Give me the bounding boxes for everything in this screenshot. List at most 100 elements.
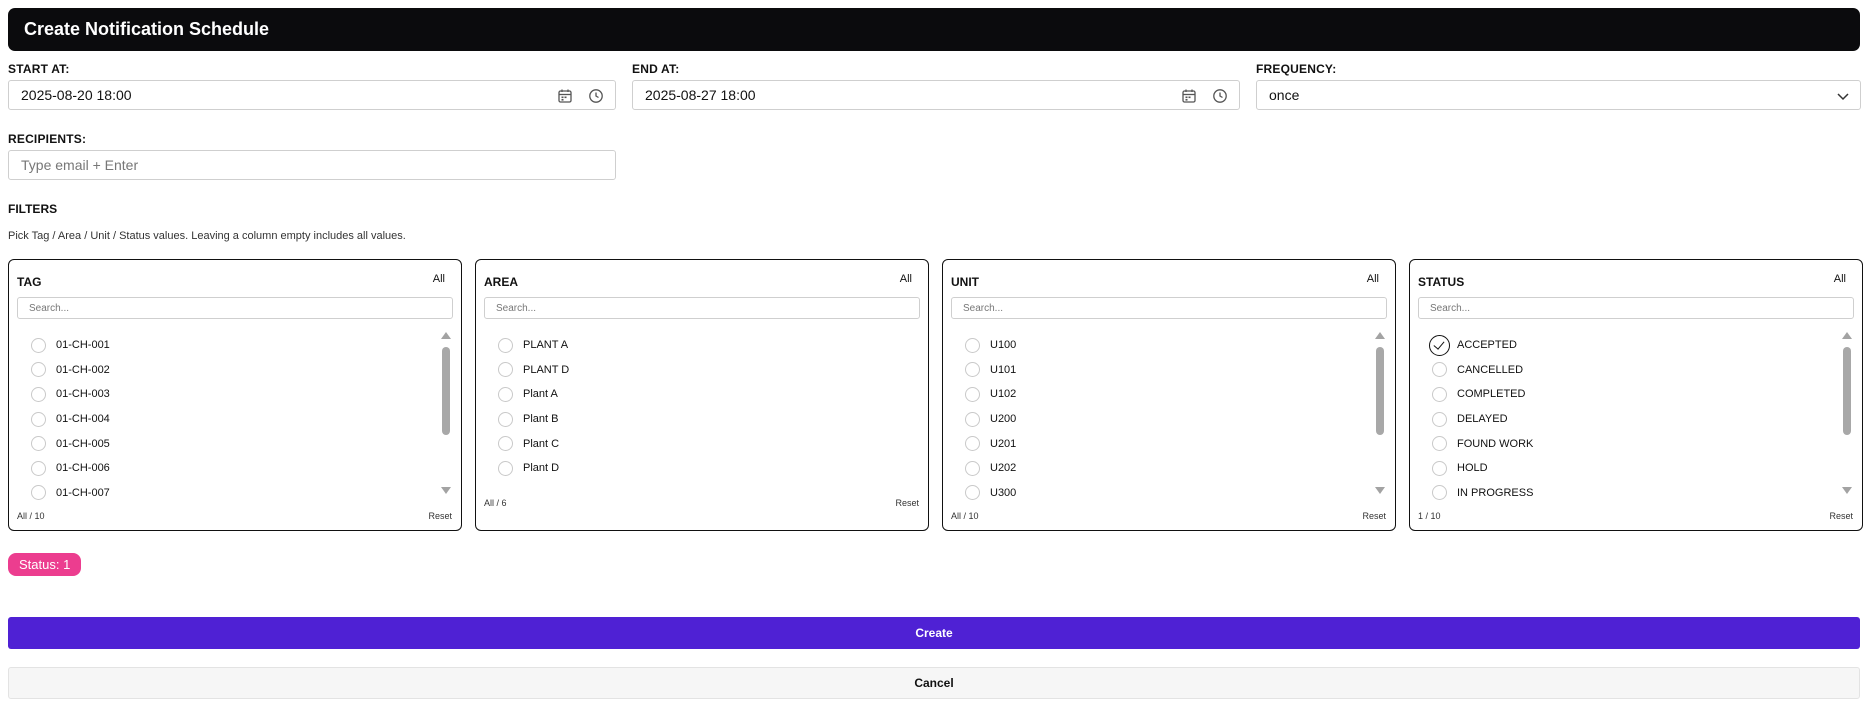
status-option-label: COMPLETED — [1457, 388, 1526, 401]
radio-icon[interactable] — [965, 362, 980, 378]
radio-icon[interactable] — [1432, 460, 1447, 476]
radio-icon[interactable] — [31, 485, 46, 501]
tag-reset-button[interactable]: Reset — [428, 511, 452, 521]
radio-icon[interactable] — [31, 362, 46, 378]
unit-reset-button[interactable]: Reset — [1362, 511, 1386, 521]
status-search-input[interactable] — [1430, 298, 1853, 319]
radio-icon[interactable] — [1432, 485, 1447, 501]
area-option-label: Plant C — [523, 437, 560, 450]
status-option[interactable]: HOLD — [1432, 456, 1832, 481]
recipients-field[interactable] — [8, 150, 616, 180]
scroll-up-arrow-icon[interactable] — [1842, 332, 1852, 339]
status-option[interactable]: FOUND WORK — [1432, 431, 1832, 456]
status-option[interactable]: DELAYED — [1432, 407, 1832, 432]
scrollbar-thumb[interactable] — [1376, 347, 1384, 435]
tag-option[interactable]: 01-CH-005 — [31, 431, 431, 456]
radio-icon[interactable] — [498, 436, 513, 452]
area-selection-count: All / 6 — [484, 498, 507, 508]
status-filter-badge[interactable]: Status: 1 — [8, 553, 82, 576]
unit-option-label: U102 — [990, 388, 1017, 401]
status-option[interactable]: CANCELLED — [1432, 358, 1832, 383]
radio-icon[interactable] — [498, 362, 513, 378]
radio-icon[interactable] — [31, 460, 46, 476]
tag-option[interactable]: 01-CH-007 — [31, 481, 431, 506]
radio-icon[interactable] — [31, 337, 46, 353]
status-option[interactable]: IN PROGRESS — [1432, 481, 1832, 506]
tag-option[interactable]: 01-CH-002 — [31, 358, 431, 383]
area-all-button[interactable]: All — [900, 273, 912, 285]
calendar-icon[interactable] — [1181, 88, 1197, 104]
radio-icon[interactable] — [31, 411, 46, 427]
tag-option[interactable]: 01-CH-004 — [31, 407, 431, 432]
unit-option[interactable]: U102 — [965, 382, 1365, 407]
unit-option[interactable]: U101 — [965, 358, 1365, 383]
tag-search-field[interactable] — [17, 297, 453, 319]
end-at-field[interactable]: 2025-08-27 18:00 — [632, 80, 1240, 110]
unit-search-input[interactable] — [963, 298, 1386, 319]
radio-icon[interactable] — [498, 386, 513, 402]
radio-icon[interactable] — [965, 436, 980, 452]
radio-icon[interactable] — [1432, 411, 1447, 427]
unit-option[interactable]: U202 — [965, 456, 1365, 481]
status-filter-title: STATUS — [1418, 275, 1465, 289]
start-at-label: START AT: — [8, 62, 70, 76]
status-search-field[interactable] — [1418, 297, 1854, 319]
area-option[interactable]: Plant D — [498, 456, 898, 481]
scroll-down-arrow-icon[interactable] — [1842, 487, 1852, 494]
radio-icon[interactable] — [965, 337, 980, 353]
unit-search-field[interactable] — [951, 297, 1387, 319]
scroll-up-arrow-icon[interactable] — [1375, 332, 1385, 339]
area-search-field[interactable] — [484, 297, 920, 319]
start-at-field[interactable]: 2025-08-20 18:00 — [8, 80, 616, 110]
scroll-down-arrow-icon[interactable] — [441, 487, 451, 494]
scrollbar-thumb[interactable] — [1843, 347, 1851, 435]
radio-icon[interactable] — [965, 460, 980, 476]
frequency-select[interactable]: once — [1256, 80, 1861, 110]
unit-option[interactable]: U100 — [965, 333, 1365, 358]
area-option[interactable]: Plant B — [498, 407, 898, 432]
tag-option[interactable]: 01-CH-003 — [31, 382, 431, 407]
status-reset-button[interactable]: Reset — [1829, 511, 1853, 521]
area-reset-button[interactable]: Reset — [895, 498, 919, 508]
unit-option[interactable]: U300 — [965, 481, 1365, 506]
clock-icon[interactable] — [588, 88, 604, 104]
radio-icon[interactable] — [498, 411, 513, 427]
create-button[interactable]: Create — [8, 617, 1860, 649]
area-option[interactable]: Plant A — [498, 382, 898, 407]
checked-radio-icon[interactable] — [1429, 334, 1450, 356]
recipients-input[interactable] — [21, 151, 615, 179]
unit-option[interactable]: U200 — [965, 407, 1365, 432]
area-option[interactable]: Plant C — [498, 431, 898, 456]
radio-icon[interactable] — [31, 436, 46, 452]
status-all-button[interactable]: All — [1834, 273, 1846, 285]
tag-search-input[interactable] — [29, 298, 452, 319]
area-option[interactable]: PLANT D — [498, 358, 898, 383]
calendar-icon[interactable] — [557, 88, 573, 104]
status-option[interactable]: COMPLETED — [1432, 382, 1832, 407]
scroll-down-arrow-icon[interactable] — [1375, 487, 1385, 494]
area-search-input[interactable] — [496, 298, 919, 319]
start-at-value: 2025-08-20 18:00 — [21, 87, 132, 103]
radio-icon[interactable] — [31, 386, 46, 402]
radio-icon[interactable] — [965, 386, 980, 402]
radio-icon[interactable] — [965, 485, 980, 501]
unit-option[interactable]: U201 — [965, 431, 1365, 456]
scroll-up-arrow-icon[interactable] — [441, 332, 451, 339]
tag-option[interactable]: 01-CH-006 — [31, 456, 431, 481]
status-option[interactable]: ACCEPTED — [1429, 333, 1832, 358]
radio-icon[interactable] — [1432, 436, 1447, 452]
scrollbar-thumb[interactable] — [442, 347, 450, 435]
area-option-label: Plant D — [523, 462, 560, 475]
clock-icon[interactable] — [1212, 88, 1228, 104]
radio-icon[interactable] — [498, 337, 513, 353]
radio-icon[interactable] — [965, 411, 980, 427]
radio-icon[interactable] — [498, 460, 513, 476]
radio-icon[interactable] — [1432, 386, 1447, 402]
cancel-button[interactable]: Cancel — [8, 667, 1860, 699]
unit-all-button[interactable]: All — [1367, 273, 1379, 285]
area-option[interactable]: PLANT A — [498, 333, 898, 358]
radio-icon[interactable] — [1432, 362, 1447, 378]
tag-all-button[interactable]: All — [433, 273, 445, 285]
area-option-label: Plant B — [523, 413, 559, 426]
tag-option[interactable]: 01-CH-001 — [31, 333, 431, 358]
